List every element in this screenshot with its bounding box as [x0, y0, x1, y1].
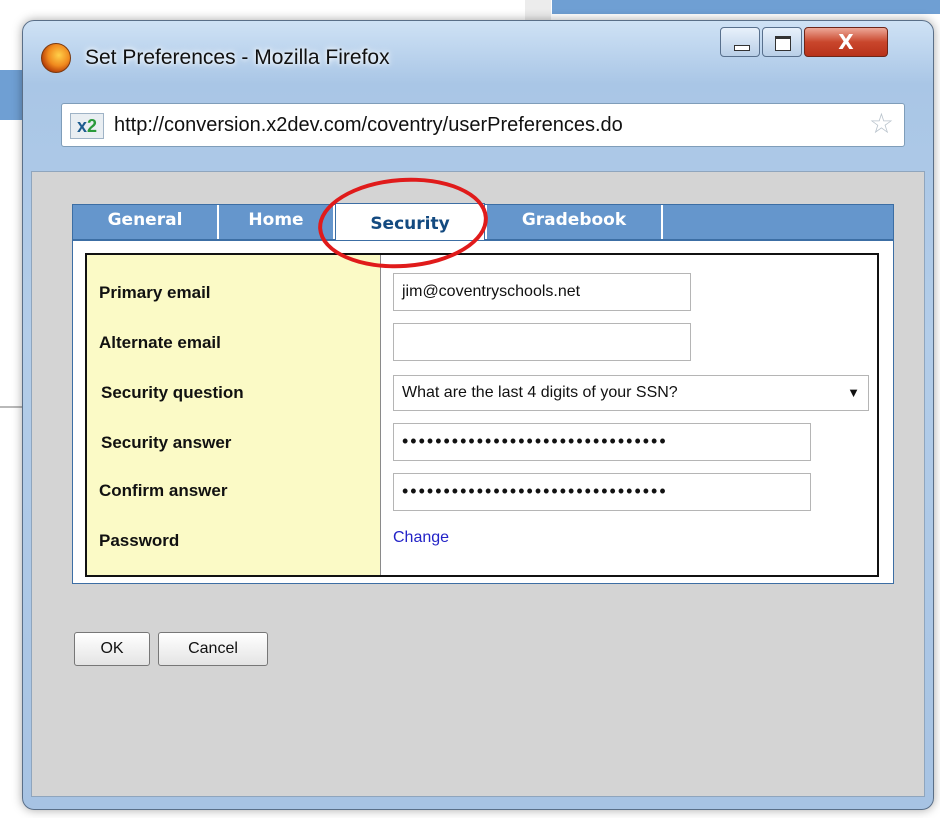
background-page-strip-right [552, 0, 940, 14]
alternate-email-label: Alternate email [99, 333, 221, 352]
security-question-value: What are the last 4 digits of your SSN? [402, 384, 678, 401]
confirm-answer-label: Confirm answer [99, 481, 228, 500]
primary-email-field[interactable]: jim@coventryschools.net [393, 273, 691, 311]
address-bar[interactable]: x2 http://conversion.x2dev.com/coventry/… [61, 103, 905, 147]
tab-general[interactable]: General [73, 205, 219, 239]
close-button[interactable]: X [804, 27, 888, 57]
cancel-button[interactable]: Cancel [158, 632, 268, 666]
security-panel: Primary email Alternate email Security q… [72, 240, 894, 584]
chevron-down-icon: ▼ [847, 385, 860, 400]
change-password-link[interactable]: Change [393, 529, 449, 547]
label-column: Primary email Alternate email Security q… [87, 255, 381, 575]
ok-button[interactable]: OK [74, 632, 150, 666]
security-question-label: Security question [101, 383, 244, 402]
url-text[interactable]: http://conversion.x2dev.com/coventry/use… [114, 114, 623, 137]
primary-email-label: Primary email [99, 283, 211, 302]
security-answer-field[interactable]: •••••••••••••••••••••••••••••••• [393, 423, 811, 461]
bookmark-star-icon[interactable]: ☆ [869, 109, 894, 139]
firefox-logo-icon [41, 43, 71, 73]
close-icon: X [838, 30, 854, 54]
window-title: Set Preferences - Mozilla Firefox [85, 46, 390, 69]
background-divider [0, 406, 22, 408]
maximize-icon [775, 36, 791, 51]
maximize-button[interactable] [762, 27, 802, 57]
site-favicon-icon: x2 [70, 113, 104, 139]
background-pane [525, 0, 551, 20]
firefox-window: Set Preferences - Mozilla Firefox X x2 h… [22, 20, 934, 810]
confirm-answer-field[interactable]: •••••••••••••••••••••••••••••••• [393, 473, 811, 511]
security-question-select[interactable]: What are the last 4 digits of your SSN? … [393, 375, 869, 411]
tab-gradebook[interactable]: Gradebook [485, 205, 663, 239]
favicon-digit: 2 [87, 116, 98, 136]
favicon-letter: x [76, 116, 87, 136]
security-answer-label: Security answer [101, 433, 232, 452]
alternate-email-field[interactable] [393, 323, 691, 361]
password-label: Password [99, 531, 180, 550]
preferences-content: General Home Security Gradebook Primary … [31, 171, 925, 797]
minimize-icon [734, 45, 750, 51]
security-form: Primary email Alternate email Security q… [85, 253, 879, 577]
minimize-button[interactable] [720, 27, 760, 57]
